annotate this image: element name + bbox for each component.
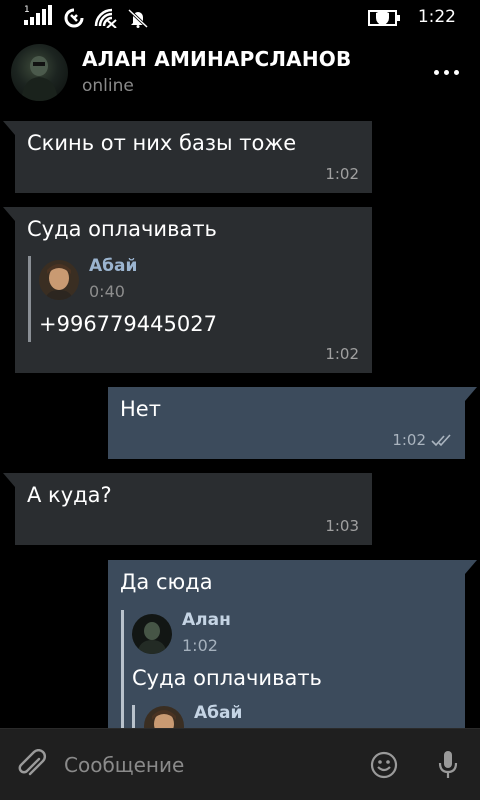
message-time: 1:02 (325, 165, 359, 183)
message-time: 1:02 (392, 431, 426, 449)
quote-author: Алан (182, 610, 231, 630)
nested-quote-avatar (144, 706, 184, 728)
message-text: А куда? (27, 483, 112, 507)
message-text: Скинь от них базы тоже (27, 131, 297, 155)
message-time: 1:03 (325, 517, 359, 535)
microphone-icon[interactable] (437, 750, 459, 780)
status-time: 1:22 (417, 7, 456, 27)
wifi-icon (94, 8, 118, 32)
nested-quote-author: Абай (194, 703, 243, 723)
read-status-icon (431, 434, 451, 447)
quote-author: Абай (89, 256, 138, 276)
chat-header[interactable]: АЛАН АМИНАРСЛАНОВ online (0, 36, 480, 110)
contact-name: АЛАН АМИНАРСЛАНОВ (82, 47, 352, 71)
quote-bar (28, 256, 31, 342)
message-text: Да сюда (120, 570, 213, 594)
message-time: 1:02 (325, 345, 359, 363)
nested-quote-bar (132, 705, 135, 728)
message-input-bar (0, 728, 480, 800)
quote-time: 0:40 (89, 282, 125, 301)
message-outgoing[interactable]: Нет 1:02 (108, 387, 477, 459)
message-incoming[interactable]: Скинь от них базы тоже 1:02 (3, 121, 372, 193)
message-text: Суда оплачивать (27, 217, 217, 241)
message-outgoing[interactable]: Да сюда Алан 1:02 Суда оплачивать Абай (108, 560, 465, 728)
quote-text: +996779445027 (39, 312, 217, 336)
quote-time: 1:02 (182, 636, 218, 655)
quote-avatar (39, 260, 79, 300)
sim-label: 1 (24, 5, 30, 15)
quote-avatar (132, 614, 172, 654)
more-icon[interactable] (432, 64, 462, 80)
contact-status: online (82, 76, 134, 96)
quote-bar (121, 610, 124, 728)
contact-avatar[interactable] (11, 44, 68, 101)
emoji-icon[interactable] (370, 751, 398, 779)
message-text: Нет (120, 397, 161, 421)
quote-text: Суда оплачивать (132, 666, 322, 690)
sync-icon (63, 8, 85, 32)
message-incoming[interactable]: Суда оплачивать Абай 0:40 +996779445027 … (3, 207, 372, 373)
status-bar: 1 1:22 (0, 0, 480, 36)
signal-icon: 1 (22, 4, 54, 30)
battery-saver-icon (368, 8, 402, 32)
notification-muted-icon (127, 8, 149, 32)
attach-icon[interactable] (17, 749, 47, 781)
message-input[interactable] (64, 747, 354, 783)
message-incoming[interactable]: А куда? 1:03 (3, 473, 372, 545)
